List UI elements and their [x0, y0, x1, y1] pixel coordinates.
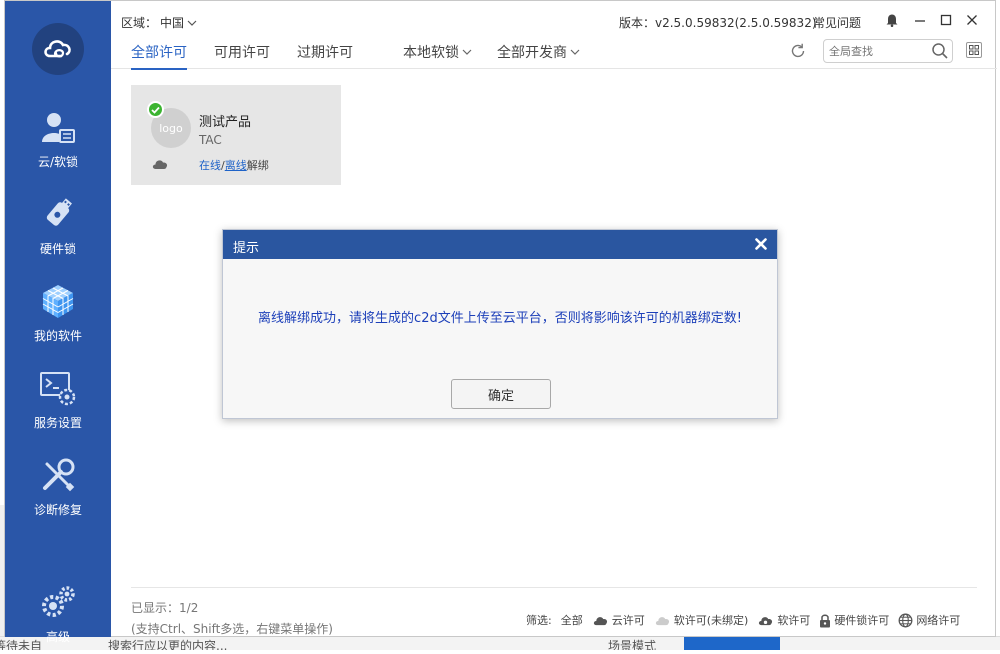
- local-soft-lock-dropdown[interactable]: 本地软锁: [403, 42, 472, 62]
- app-window: 云/软锁 硬件锁 我的软件 服务设置 诊断修复 高级 区域： 中国 版本：v2.…: [4, 0, 997, 644]
- shown-label: 已显示：: [131, 601, 180, 615]
- cube-icon: [38, 281, 78, 321]
- dialog-message: 离线解绑成功，请将生成的c2d文件上传至云平台，否则将影响该许可的机器绑定数!: [258, 311, 742, 326]
- filter-all[interactable]: 全部: [561, 612, 583, 628]
- filter-bar: 筛选: 全部 云许可 软许可(未绑定) 软许可 硬件锁许可 网络许可: [526, 611, 969, 629]
- chevron-down-icon: [570, 49, 580, 55]
- filter-soft-label: 软许可: [777, 614, 811, 627]
- filter-label: 筛选:: [526, 614, 552, 627]
- developer-dropdown[interactable]: 全部开发商: [497, 42, 580, 62]
- sidebar-item-label: 诊断修复: [33, 503, 82, 517]
- filter-network-label: 网络许可: [916, 614, 961, 627]
- tab-bar: 全部许可 可用许可 过期许可: [131, 42, 380, 70]
- product-vendor: TAC: [199, 133, 222, 147]
- chevron-down-icon: [187, 20, 197, 26]
- sidebar-item-service-settings[interactable]: 服务设置: [5, 354, 111, 440]
- faq-link[interactable]: 常见问题: [813, 14, 861, 31]
- prompt-dialog: 提示 离线解绑成功，请将生成的c2d文件上传至云平台，否则将影响该许可的机器绑定…: [222, 229, 778, 419]
- chevron-down-icon: [462, 49, 472, 55]
- user-card-icon: [38, 107, 78, 147]
- dropdown-label: 全部开发商: [497, 45, 567, 61]
- background-bottom-bar: 等待未自 搜索行应以更的内容... 场景模式: [0, 636, 1000, 650]
- sidebar-item-advanced[interactable]: 高级: [5, 568, 111, 654]
- sidebar-item-label: 云/软锁: [37, 155, 79, 169]
- filter-cloud-label: 云许可: [611, 614, 645, 627]
- sidebar-item-diagnose-repair[interactable]: 诊断修复: [5, 441, 111, 527]
- offline-unbind-link[interactable]: 离线: [225, 159, 247, 172]
- dialog-title: 提示: [233, 241, 260, 256]
- filter-hardware[interactable]: 硬件锁许可: [819, 612, 889, 628]
- header: 区域： 中国 版本：v2.5.0.59832(2.5.0.59832) 常见问题…: [111, 1, 997, 70]
- usb-key-icon: [38, 194, 78, 234]
- close-icon[interactable]: [965, 13, 979, 27]
- binding-links: 在线/离线解绑: [199, 157, 269, 173]
- minimize-icon[interactable]: [913, 13, 927, 27]
- background-text: 场景模式: [608, 639, 657, 650]
- region-label: 区域：: [121, 16, 158, 30]
- shown-value: 1/2: [179, 601, 199, 615]
- filter-soft[interactable]: 软许可: [757, 612, 810, 628]
- sidebar: 云/软锁 硬件锁 我的软件 服务设置 诊断修复 高级: [5, 1, 111, 644]
- terminal-gear-icon: [38, 368, 78, 408]
- tab-available-licenses[interactable]: 可用许可: [214, 42, 270, 70]
- gears-icon: [38, 582, 78, 622]
- search-icon[interactable]: [931, 42, 949, 60]
- sidebar-item-label: 高级: [45, 630, 70, 644]
- cloud-logo-icon: [32, 23, 84, 75]
- check-icon: [147, 101, 164, 118]
- dropdown-label: 本地软锁: [403, 45, 459, 61]
- globe-icon: [898, 613, 913, 627]
- unbind-text: 解绑: [246, 159, 269, 172]
- product-name: 测试产品: [199, 115, 252, 130]
- region-value: 中国: [160, 16, 185, 30]
- filter-soft-unbound[interactable]: 软许可(未绑定): [654, 612, 749, 628]
- version-text: 版本：v2.5.0.59832(2.5.0.59832): [619, 16, 817, 30]
- cloud-icon: [151, 157, 169, 171]
- sidebar-item-cloud-soft-lock[interactable]: 云/软锁: [5, 93, 111, 179]
- cloud-icon: [593, 616, 607, 625]
- bell-icon[interactable]: [885, 13, 899, 27]
- ok-button[interactable]: 确定: [451, 379, 551, 409]
- selection-hint: (支持Ctrl、Shift多选，右键菜单操作): [131, 622, 333, 636]
- filter-cloud[interactable]: 云许可: [592, 612, 645, 628]
- dialog-header: 提示: [223, 230, 777, 259]
- filter-all-label: 全部: [560, 614, 583, 627]
- soft-lock-cloud-icon: [759, 616, 773, 625]
- background-text: 搜索行应以更的内容...: [108, 639, 228, 650]
- sidebar-item-label: 硬件锁: [39, 242, 76, 256]
- online-unbind-link[interactable]: 在线: [199, 159, 221, 172]
- tab-all-licenses[interactable]: 全部许可: [131, 42, 187, 70]
- tab-expired-licenses[interactable]: 过期许可: [297, 42, 353, 70]
- shown-count: 已显示：1/2: [131, 599, 198, 616]
- sidebar-item-label: 服务设置: [33, 416, 82, 430]
- search-box: [823, 39, 953, 63]
- sidebar-item-my-software[interactable]: 我的软件: [5, 267, 111, 353]
- sidebar-item-label: 我的软件: [33, 329, 82, 343]
- search-input[interactable]: [829, 43, 929, 59]
- cloud-outline-icon: [655, 616, 669, 625]
- grid-view-icon[interactable]: [966, 42, 982, 58]
- filter-hardware-label: 硬件锁许可: [834, 614, 890, 627]
- maximize-icon[interactable]: [939, 13, 953, 27]
- background-button: [684, 637, 780, 650]
- product-card[interactable]: logo 测试产品 TAC 在线/离线解绑: [131, 85, 341, 185]
- sidebar-item-hardware-lock[interactable]: 硬件锁: [5, 180, 111, 266]
- tools-icon: [38, 455, 78, 495]
- lock-icon: [820, 614, 831, 627]
- footer-divider: [131, 587, 977, 588]
- filter-network[interactable]: 网络许可: [898, 612, 960, 628]
- region-selector[interactable]: 区域： 中国: [121, 14, 197, 31]
- filter-soft-unbound-label: 软许可(未绑定): [673, 614, 749, 627]
- refresh-icon[interactable]: [789, 42, 807, 60]
- close-icon[interactable]: [754, 237, 768, 251]
